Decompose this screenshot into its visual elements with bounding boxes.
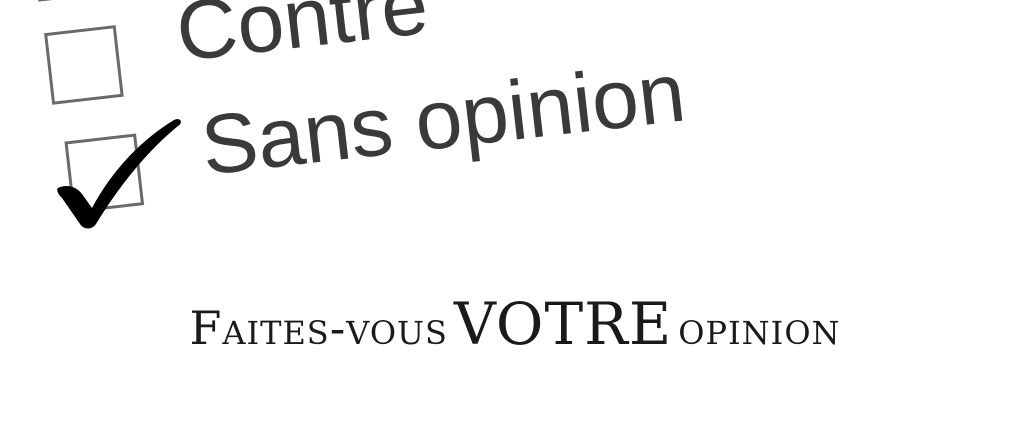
option-label-sans-opinion: Sans opinion [196, 44, 690, 193]
tagline-prefix: Faites-vous [189, 301, 448, 355]
checkmark-icon [57, 119, 181, 229]
option-label-contre: Contre [171, 0, 433, 79]
poster-canvas: Contre Sans opinion Faites-vous VOTRE op… [0, 0, 1030, 438]
checkbox-contre[interactable] [44, 25, 124, 105]
tagline-emphasis: VOTRE [454, 290, 673, 358]
tagline-suffix: opinion [678, 301, 841, 355]
tagline: Faites-vous VOTRE opinion [0, 290, 1030, 358]
checkbox-hidden-option [30, 0, 110, 2]
